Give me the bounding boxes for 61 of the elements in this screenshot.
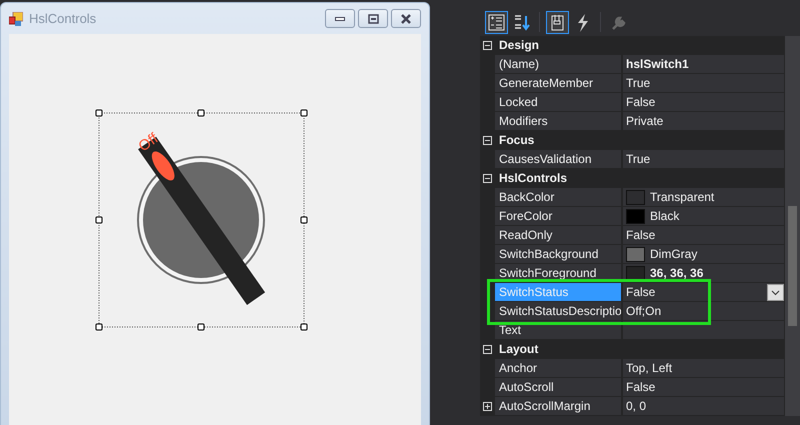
resize-handle[interactable] xyxy=(96,324,102,330)
close-icon xyxy=(401,14,411,24)
category-header[interactable]: HslControls xyxy=(495,169,568,187)
maximize-icon xyxy=(368,14,378,24)
property-value-field[interactable]: Transparent xyxy=(623,188,784,206)
property-name[interactable]: Modifiers xyxy=(495,112,621,130)
property-value-field[interactable]: True xyxy=(623,74,784,92)
resize-handle[interactable] xyxy=(300,216,308,224)
collapse-icon[interactable] xyxy=(483,136,492,144)
category-header[interactable]: Layout xyxy=(495,340,538,358)
property-name[interactable]: SwitchStatusDescriptio xyxy=(495,302,621,320)
property-value-field[interactable]: Private xyxy=(623,112,784,130)
property-value-field[interactable]: False xyxy=(623,378,784,396)
property-page-button[interactable] xyxy=(546,10,569,34)
property-value-field[interactable]: Top, Left xyxy=(623,359,784,377)
scrollbar[interactable] xyxy=(785,36,800,416)
property-name[interactable]: AutoScroll xyxy=(495,378,621,396)
categorized-button[interactable] xyxy=(485,10,508,34)
resize-handle[interactable] xyxy=(198,110,204,116)
property-name[interactable]: CausesValidation xyxy=(495,150,621,168)
chevron-down-icon xyxy=(771,290,780,296)
property-value-field[interactable]: False xyxy=(623,93,784,111)
property-value-field[interactable]: DimGray xyxy=(623,245,784,263)
dropdown-button[interactable] xyxy=(767,284,784,301)
maximize-button[interactable] xyxy=(358,9,388,28)
property-name[interactable]: Anchor xyxy=(495,359,621,377)
category-header[interactable]: Focus xyxy=(495,131,534,149)
property-name[interactable]: AutoScrollMargin xyxy=(495,397,621,415)
property-name[interactable]: Locked xyxy=(495,93,621,111)
collapse-icon[interactable] xyxy=(483,174,492,182)
property-name[interactable]: BackColor xyxy=(495,188,621,206)
minimize-icon xyxy=(335,16,345,20)
property-value-field[interactable]: True xyxy=(623,150,784,168)
resize-handle[interactable] xyxy=(198,324,204,330)
minimize-button[interactable] xyxy=(325,9,355,28)
property-name[interactable]: ForeColor xyxy=(495,207,621,225)
collapse-icon[interactable] xyxy=(483,344,492,354)
property-name[interactable]: SwitchBackground xyxy=(495,245,621,263)
expand-icon[interactable] xyxy=(483,402,492,410)
category-header[interactable]: Design xyxy=(495,36,540,54)
app-icon xyxy=(9,12,23,26)
window-title: HslControls xyxy=(29,10,96,28)
resize-handle[interactable] xyxy=(96,110,102,116)
property-name[interactable]: (Name) xyxy=(495,55,621,73)
property-value-field[interactable]: Black xyxy=(623,207,784,225)
sort-icon xyxy=(512,12,531,32)
categorized-icon xyxy=(487,12,506,32)
property-value-field[interactable]: 0, 0 xyxy=(623,397,784,415)
switch-label: Off xyxy=(134,129,162,158)
property-value-field[interactable]: Off;On xyxy=(623,302,784,320)
resize-handle[interactable] xyxy=(300,110,308,116)
property-name[interactable]: ReadOnly xyxy=(495,226,621,244)
resize-handle[interactable] xyxy=(300,324,308,330)
property-value-field[interactable]: False xyxy=(623,226,784,244)
empty-value-field[interactable] xyxy=(623,321,784,339)
property-value-field[interactable]: 36, 36, 36 xyxy=(623,264,784,282)
collapse-icon[interactable] xyxy=(483,40,492,50)
close-button[interactable] xyxy=(391,9,421,28)
resize-handle[interactable] xyxy=(96,216,102,224)
property-value-field[interactable]: hslSwitch1 xyxy=(623,55,784,73)
property-name[interactable]: GenerateMember xyxy=(495,74,621,92)
